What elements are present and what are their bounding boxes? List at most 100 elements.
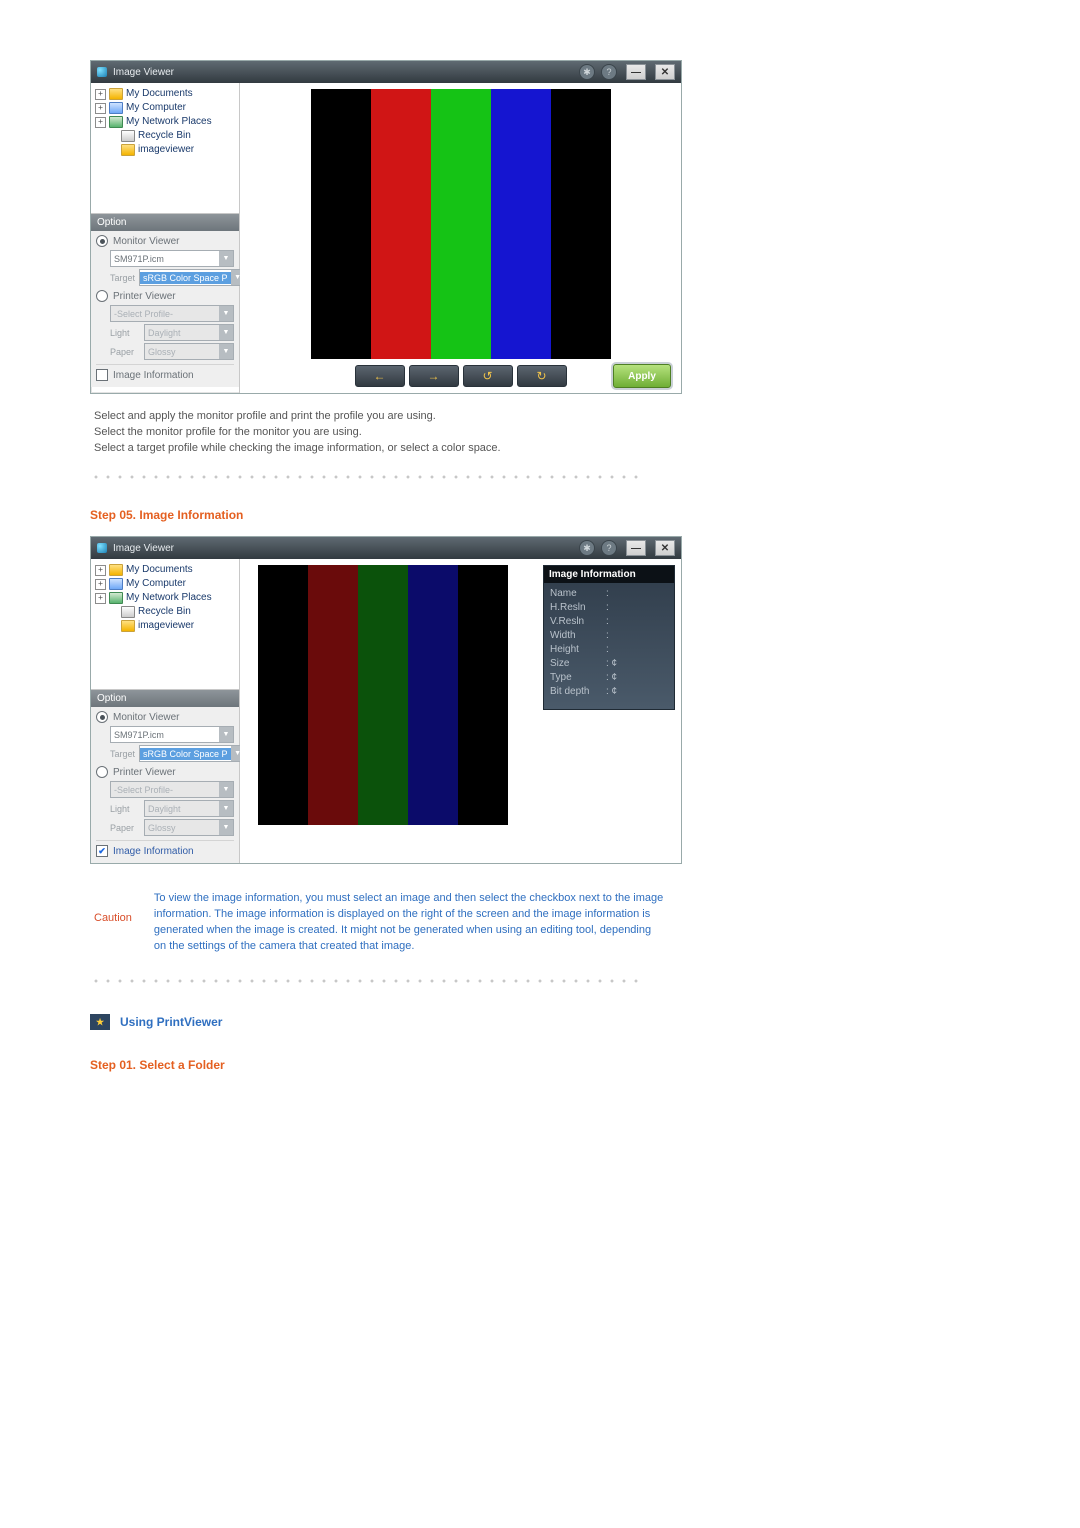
chevron-down-icon[interactable]: ▼ — [219, 325, 233, 340]
monitor-viewer-radio[interactable] — [96, 711, 108, 723]
settings-icon[interactable]: ✱ — [579, 540, 595, 556]
tree-item[interactable]: Recycle Bin — [138, 129, 191, 143]
paper-combo[interactable]: Glossy ▼ — [144, 819, 234, 836]
apply-button[interactable]: Apply — [613, 364, 671, 388]
info-row: Height: — [550, 643, 668, 657]
recycle-bin-icon — [121, 130, 135, 142]
info-row: Bit depth: ¢ — [550, 685, 668, 699]
chevron-down-icon[interactable]: ▼ — [219, 306, 233, 321]
printer-profile-combo[interactable]: -Select Profile- ▼ — [110, 781, 234, 798]
color-test-image — [258, 565, 508, 825]
tree-item[interactable]: imageviewer — [138, 619, 194, 633]
image-info-checkbox[interactable] — [96, 369, 108, 381]
recycle-bin-icon — [121, 606, 135, 618]
chevron-down-icon[interactable]: ▼ — [219, 801, 233, 816]
window-title: Image Viewer — [113, 543, 174, 554]
help-icon[interactable]: ? — [601, 540, 617, 556]
option-header: Option — [91, 690, 239, 707]
folder-icon — [109, 564, 123, 576]
folder-tree[interactable]: + My Documents + My Computer + My Network P… — [91, 83, 239, 214]
light-label: Light — [110, 804, 140, 814]
info-row: H.Resln: — [550, 601, 668, 615]
folder-icon — [121, 620, 135, 632]
tree-item[interactable]: Recycle Bin — [138, 605, 191, 619]
divider-dots — [90, 978, 642, 984]
nav-forward-button[interactable]: → — [409, 365, 459, 387]
tree-item[interactable]: My Network Places — [126, 591, 212, 605]
chevron-down-icon[interactable]: ▼ — [219, 820, 233, 835]
image-information-title: Image Information — [544, 566, 674, 583]
titlebar[interactable]: Image Viewer ✱ ? — ✕ — [91, 61, 681, 83]
image-info-checkbox[interactable]: ✔ — [96, 845, 108, 857]
image-canvas — [240, 83, 681, 359]
expand-icon[interactable]: + — [95, 117, 106, 128]
info-row: Size: ¢ — [550, 657, 668, 671]
printer-profile-combo[interactable]: -Select Profile- ▼ — [110, 305, 234, 322]
app-icon — [97, 543, 107, 553]
paper-label: Paper — [110, 823, 140, 833]
tree-item[interactable]: My Network Places — [126, 115, 212, 129]
rotate-left-button[interactable]: ↺ — [463, 365, 513, 387]
bottom-toolbar: ← → ↺ ↻ Apply — [240, 359, 681, 393]
left-panel: + My Documents + My Computer + My Network P… — [91, 559, 240, 863]
rotate-right-button[interactable]: ↻ — [517, 365, 567, 387]
info-row: Name: — [550, 587, 668, 601]
image-canvas: Image Information Name:H.Resln:V.Resln:W… — [240, 559, 681, 829]
chevron-down-icon[interactable]: ▼ — [219, 344, 233, 359]
tree-item[interactable]: imageviewer — [138, 143, 194, 157]
option-header: Option — [91, 214, 239, 231]
folder-icon — [121, 144, 135, 156]
caution-text: To view the image information, you must … — [154, 890, 664, 954]
tree-item[interactable]: My Documents — [126, 563, 193, 577]
printer-viewer-label: Printer Viewer — [113, 291, 176, 302]
folder-tree[interactable]: + My Documents + My Computer + My Network P… — [91, 559, 239, 690]
printer-viewer-radio[interactable] — [96, 290, 108, 302]
bottom-toolbar — [240, 829, 681, 863]
printer-viewer-label: Printer Viewer — [113, 767, 176, 778]
nav-back-button[interactable]: ← — [355, 365, 405, 387]
paper-label: Paper — [110, 347, 140, 357]
computer-icon — [109, 102, 123, 114]
monitor-viewer-label: Monitor Viewer — [113, 236, 180, 247]
expand-icon[interactable]: + — [95, 89, 106, 100]
tree-item[interactable]: My Computer — [126, 577, 186, 591]
network-icon — [109, 116, 123, 128]
titlebar[interactable]: Image Viewer ✱ ? — ✕ — [91, 537, 681, 559]
light-combo[interactable]: Daylight ▼ — [144, 800, 234, 817]
printer-viewer-radio[interactable] — [96, 766, 108, 778]
computer-icon — [109, 578, 123, 590]
tree-item[interactable]: My Documents — [126, 87, 193, 101]
close-button[interactable]: ✕ — [655, 540, 675, 556]
light-label: Light — [110, 328, 140, 338]
target-profile-combo[interactable]: sRGB Color Space P ▼ — [139, 745, 246, 762]
close-button[interactable]: ✕ — [655, 64, 675, 80]
expand-icon[interactable]: + — [95, 593, 106, 604]
light-combo[interactable]: Daylight ▼ — [144, 324, 234, 341]
expand-icon[interactable]: + — [95, 103, 106, 114]
chevron-down-icon[interactable]: ▼ — [219, 727, 233, 742]
tree-item[interactable]: My Computer — [126, 101, 186, 115]
help-icon[interactable]: ? — [601, 64, 617, 80]
monitor-profile-combo[interactable]: SM971P.icm ▼ — [110, 726, 234, 743]
app-icon — [97, 67, 107, 77]
left-panel: + My Documents + My Computer + My Network P… — [91, 83, 240, 393]
chevron-down-icon[interactable]: ▼ — [219, 251, 233, 266]
image-viewer-window-1: Image Viewer ✱ ? — ✕ + My Documents + My C… — [90, 60, 682, 394]
folder-icon — [109, 88, 123, 100]
caution-label: Caution — [94, 890, 132, 924]
expand-icon[interactable]: + — [95, 579, 106, 590]
image-info-label: Image Information — [113, 846, 194, 857]
minimize-button[interactable]: — — [626, 64, 646, 80]
minimize-button[interactable]: — — [626, 540, 646, 556]
monitor-viewer-radio[interactable] — [96, 235, 108, 247]
paper-combo[interactable]: Glossy ▼ — [144, 343, 234, 360]
target-label: Target — [110, 273, 135, 283]
step-01-title: Step 01. Select a Folder — [90, 1058, 990, 1072]
option-panel: Monitor Viewer SM971P.icm ▼ Target sRGB … — [91, 707, 239, 863]
settings-icon[interactable]: ✱ — [579, 64, 595, 80]
chevron-down-icon[interactable]: ▼ — [219, 782, 233, 797]
expand-icon[interactable]: + — [95, 565, 106, 576]
monitor-profile-combo[interactable]: SM971P.icm ▼ — [110, 250, 234, 267]
image-viewer-window-2: Image Viewer ✱ ? — ✕ + My Documents + My C… — [90, 536, 682, 864]
target-profile-combo[interactable]: sRGB Color Space P ▼ — [139, 269, 246, 286]
